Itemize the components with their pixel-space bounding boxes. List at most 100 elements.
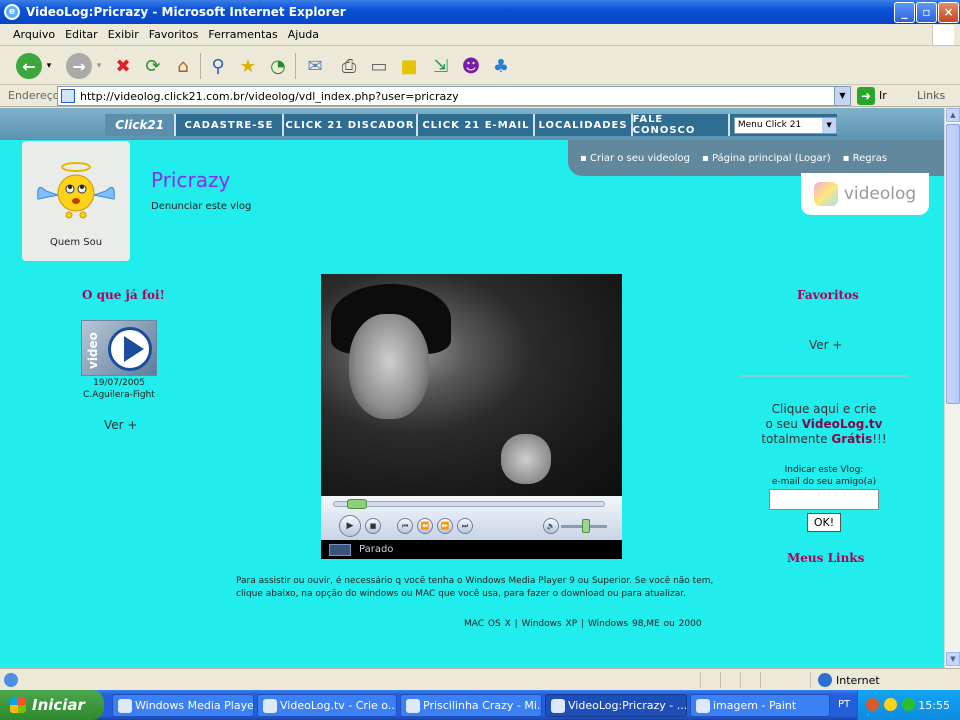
download-winxp-link[interactable]: Windows XP — [522, 619, 578, 629]
quem-sou-label: Quem Sou — [49, 237, 103, 248]
scroll-down-icon[interactable]: ▼ — [946, 652, 960, 666]
chevron-down-icon: ▼ — [822, 117, 837, 133]
task-paint[interactable]: imagem - Paint — [690, 694, 830, 717]
task-windows-media-player[interactable]: Windows Media Player — [112, 694, 254, 717]
create-vlog-cta[interactable]: Clique aqui e crie o seu VideoLog.tv tot… — [758, 402, 890, 447]
mute-button[interactable]: 🔈 — [543, 518, 559, 534]
vertical-scrollbar[interactable]: ▲ ▼ — [944, 108, 960, 668]
profile-box[interactable]: Quem Sou — [22, 141, 130, 261]
video-title-link[interactable]: C.Aguilera-Fight — [72, 390, 166, 400]
previous-button[interactable]: ⏮ — [397, 518, 413, 534]
menu-ajuda[interactable]: Ajuda — [283, 28, 324, 41]
task-videolog-pricrazy[interactable]: VideoLog:Pricrazy - ... — [545, 694, 687, 717]
search-icon[interactable]: ⚲ — [205, 53, 231, 79]
messenger-icon[interactable]: ♣ — [488, 53, 514, 79]
player-requirements-text: Para assistir ou ouvir, é necessário q v… — [236, 576, 714, 599]
ok-button[interactable]: OK! — [807, 513, 841, 532]
scroll-thumb[interactable] — [946, 124, 960, 404]
chevron-down-icon[interactable]: ▼ — [834, 87, 850, 105]
print-icon[interactable]: ⎙ — [336, 53, 362, 79]
video-thumbnail[interactable]: video — [81, 320, 157, 376]
scroll-up-icon[interactable]: ▲ — [946, 108, 960, 122]
menu-editar[interactable]: Editar — [60, 28, 103, 41]
videolog-logo[interactable]: videolog — [801, 173, 929, 215]
player-status-text: Parado — [359, 544, 394, 555]
click21-logo[interactable]: Click21 — [105, 114, 177, 136]
volume-handle[interactable] — [581, 519, 590, 533]
nav-discador[interactable]: CLICK 21 DISCADOR — [284, 114, 419, 136]
task-priscilinha[interactable]: Priscilinha Crazy - Mi... — [400, 694, 542, 717]
research-icon[interactable]: ⇲ — [428, 53, 454, 79]
download-mac-link[interactable]: MAC OS X — [464, 619, 511, 629]
taskbar: Iniciar Windows Media Player VideoLog.tv… — [0, 690, 960, 720]
seek-bar[interactable] — [333, 499, 605, 509]
favorites-star-icon[interactable]: ★ — [235, 53, 261, 79]
history-icon[interactable]: ◔ — [265, 53, 291, 79]
next-button[interactable]: ⏭ — [457, 518, 473, 534]
fast-forward-button[interactable]: ⏩ — [437, 518, 453, 534]
window-title: VideoLog:Pricrazy - Microsoft Internet E… — [26, 5, 346, 19]
submenu-principal[interactable]: ▪ Página principal (Logar) — [702, 153, 831, 164]
forward-dropdown-icon[interactable]: ▾ — [92, 53, 106, 79]
links-button[interactable]: Links — [917, 89, 945, 102]
tray-network-icon[interactable] — [902, 698, 915, 711]
start-button[interactable]: Iniciar — [0, 690, 104, 720]
player-status-bar: Parado — [321, 540, 622, 559]
back-icon[interactable]: ← — [16, 53, 42, 79]
friend-email-input[interactable] — [769, 489, 879, 510]
submenu-principal-label: Página principal (Logar) — [711, 152, 831, 164]
see-more-favorites-link[interactable]: Ver + — [809, 338, 842, 352]
nav-cadastre-se[interactable]: CADASTRE-SE — [176, 114, 284, 136]
language-indicator[interactable]: PT — [838, 699, 850, 710]
yahoo-icon[interactable]: ☻ — [458, 53, 484, 79]
player-mode-icon[interactable] — [329, 543, 351, 556]
stop-icon[interactable]: ✖ — [110, 53, 136, 79]
close-button[interactable]: × — [938, 2, 959, 23]
task-videolog-crie[interactable]: VideoLog.tv - Crie o... — [257, 694, 397, 717]
seek-handle[interactable] — [346, 499, 367, 509]
edit-icon[interactable]: ▭ — [366, 53, 392, 79]
rewind-button[interactable]: ⏪ — [417, 518, 433, 534]
web-page: Click21 CADASTRE-SE CLICK 21 DISCADOR CL… — [0, 108, 944, 668]
tray-volume-icon[interactable] — [884, 698, 897, 711]
clock[interactable]: 15:55 — [918, 699, 950, 712]
refresh-icon[interactable]: ⟳ — [140, 53, 166, 79]
nav-email[interactable]: CLICK 21 E-MAIL — [418, 114, 536, 136]
video-face-shape — [349, 314, 429, 419]
submenu-criar-label: Criar o seu videolog — [589, 152, 690, 164]
address-input[interactable]: http://videolog.click21.com.br/videolog/… — [57, 86, 851, 106]
report-vlog-link[interactable]: Denunciar este vlog — [151, 201, 251, 212]
nav-localidades[interactable]: LOCALIDADES — [535, 114, 633, 136]
go-arrow-icon[interactable]: ➜ — [857, 87, 875, 105]
tray-back-icon[interactable] — [866, 698, 879, 711]
home-icon[interactable]: ⌂ — [170, 53, 196, 79]
recommend-label-1: Indicar este Vlog: — [784, 465, 864, 475]
address-url: http://videolog.click21.com.br/videolog/… — [80, 89, 459, 103]
menu-favoritos[interactable]: Favoritos — [144, 28, 204, 41]
menu-click21-select[interactable]: Menu Click 21 ▼ — [733, 116, 838, 134]
minimize-button[interactable]: _ — [894, 2, 915, 23]
mail-icon[interactable]: ✉ — [302, 53, 328, 79]
download-links: MAC OS X | Windows XP | Windows 98,ME ou… — [464, 619, 702, 629]
volume-slider[interactable] — [561, 519, 607, 533]
task-label: Priscilinha Crazy - Mi... — [423, 699, 542, 712]
player-controls: ▶ ■ ⏮ ⏪ ⏩ ⏭ 🔈 — [321, 496, 622, 540]
nav-fale-conosco[interactable]: FALE CONOSCO — [633, 114, 730, 136]
see-more-videos-link[interactable]: Ver + — [104, 418, 137, 432]
menu-ferramentas[interactable]: Ferramentas — [203, 28, 282, 41]
stop-button[interactable]: ■ — [365, 518, 381, 534]
toolbar: ← ▾ → ▾ ✖ ⟳ ⌂ ⚲ ★ ◔ ✉ ⎙ ▭ ■ ⇲ ☻ ♣ — [0, 47, 960, 85]
maximize-button[interactable]: ▫ — [916, 2, 937, 23]
video-frame[interactable] — [321, 274, 622, 496]
go-button[interactable]: Ir — [879, 89, 887, 102]
back-dropdown-icon[interactable]: ▾ — [42, 53, 56, 79]
menu-arquivo[interactable]: Arquivo — [8, 28, 60, 41]
submenu-criar[interactable]: ▪ Criar o seu videolog — [580, 153, 690, 164]
link-divider: | — [514, 619, 522, 629]
forward-icon[interactable]: → — [66, 53, 92, 79]
discuss-icon[interactable]: ■ — [396, 53, 422, 79]
play-button[interactable]: ▶ — [339, 515, 361, 537]
download-win98-link[interactable]: Windows 98,ME ou 2000 — [588, 619, 702, 629]
menu-exibir[interactable]: Exibir — [103, 28, 144, 41]
submenu-regras[interactable]: ▪ Regras — [843, 153, 887, 164]
